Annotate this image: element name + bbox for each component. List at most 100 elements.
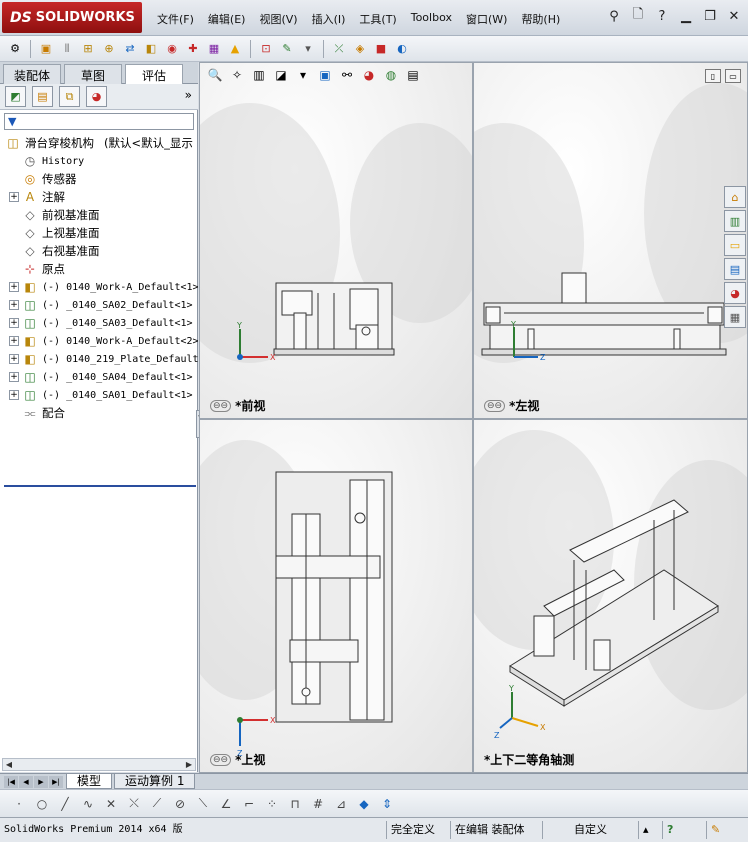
line-icon[interactable]: ╱ [56, 795, 74, 813]
link-views-icon[interactable]: ⊖⊖ [210, 753, 232, 766]
interference-detection-icon[interactable]: ▾ [299, 40, 317, 58]
corner-rectangle-icon[interactable]: ⌐ [240, 795, 258, 813]
options-icon[interactable]: ⚙ [6, 40, 24, 58]
tab-evaluate[interactable]: 评估 [125, 64, 183, 85]
featuremanager-icon[interactable]: ◩ [5, 86, 26, 107]
units-menu-icon[interactable]: ▴ [638, 821, 662, 839]
new-document-icon[interactable]: 🗋 [628, 6, 648, 26]
axis-move-icon[interactable]: ⇕ [378, 795, 396, 813]
reference-geometry-icon[interactable]: ✚ [184, 40, 202, 58]
tree-item[interactable]: ◇ 前视基准面 [0, 206, 198, 224]
expand-plus-icon[interactable]: + [9, 282, 19, 292]
menu-toolbox[interactable]: Toolbox [404, 9, 459, 29]
smart-fasteners-icon[interactable]: ⊕ [100, 40, 118, 58]
point-icon[interactable]: · [10, 795, 28, 813]
tree-item[interactable]: ⫗ 配合 [0, 404, 198, 422]
menu-help[interactable]: 帮助(H) [514, 9, 567, 29]
next-tab-icon[interactable]: ▶ [34, 775, 48, 788]
tree-item[interactable]: + ◫ (-) _0140_SA03_Default<1> [0, 314, 198, 332]
tree-item[interactable]: ◎ 传感器 [0, 170, 198, 188]
tree-item[interactable]: + ◫ (-) _0140_SA01_Default<1> [0, 386, 198, 404]
file-explorer-icon[interactable]: ▭ [724, 234, 746, 256]
circle-icon[interactable]: ○ [33, 795, 51, 813]
menu-edit[interactable]: 编辑(E) [201, 9, 253, 29]
linear-pattern-icon[interactable]: ⊞ [79, 40, 97, 58]
link-views-icon[interactable]: ⊖⊖ [484, 399, 506, 412]
tree-item[interactable]: ◷ History [0, 152, 198, 170]
tree-item[interactable]: + ◧ (-) 0140_Work-A_Default<1> [0, 278, 198, 296]
displaymanager-icon[interactable]: ◕ [86, 86, 107, 107]
speedpak-icon[interactable]: ◈ [351, 40, 369, 58]
offset-icon[interactable]: ⟋ [148, 795, 166, 813]
viewport-front[interactable]: 🔍 ✧ ▥ ◪ ▾ ▣ ⚯ ◕ ◍ ▤ Y X ⊖⊖ *前视 [199, 62, 473, 419]
expand-plus-icon[interactable]: + [9, 192, 19, 202]
configurationmanager-icon[interactable]: ⧉ [59, 86, 80, 107]
expand-plus-icon[interactable]: + [9, 318, 19, 328]
insert-components-icon[interactable]: ▣ [37, 40, 55, 58]
help-icon[interactable]: ? [652, 6, 672, 26]
bill-of-materials-icon[interactable]: ▲ [226, 40, 244, 58]
prev-tab-icon[interactable]: ◀ [19, 775, 33, 788]
propertymanager-icon[interactable]: ▤ [32, 86, 53, 107]
grid-icon[interactable]: # [309, 795, 327, 813]
spline-icon[interactable]: ∿ [79, 795, 97, 813]
expand-plus-icon[interactable]: + [9, 354, 19, 364]
link-views-icon[interactable]: ⊖⊖ [210, 399, 232, 412]
help-status-icon[interactable]: ? [662, 821, 706, 839]
pin-icon[interactable]: ⚲ [604, 6, 624, 26]
show-hidden-icon[interactable]: ◧ [142, 40, 160, 58]
tree-item[interactable]: + ◫ (-) _0140_SA02_Default<1> [0, 296, 198, 314]
tree-item[interactable]: + ◧ (-) 0140_Work-A_Default<2> [0, 332, 198, 350]
3d-cube-icon[interactable]: ◆ [355, 795, 373, 813]
tree-item[interactable]: + A 注解 [0, 188, 198, 206]
expand-plus-icon[interactable]: + [9, 336, 19, 346]
viewport-top[interactable]: X Z ⊖⊖ *上视 [199, 419, 473, 773]
trim-icon[interactable]: ✕ [102, 795, 120, 813]
large-assembly-icon[interactable]: ◐ [393, 40, 411, 58]
tree-item[interactable]: ◇ 上视基准面 [0, 224, 198, 242]
rollback-bar[interactable] [4, 485, 196, 487]
tree-item[interactable]: ◇ 右视基准面 [0, 242, 198, 260]
point-pattern-icon[interactable]: ⁘ [263, 795, 281, 813]
menu-insert[interactable]: 插入(I) [305, 9, 353, 29]
tab-assembly[interactable]: 装配体 [3, 64, 61, 85]
tab-sketch[interactable]: 草图 [64, 64, 122, 85]
assembly-features-icon[interactable]: ◉ [163, 40, 181, 58]
appearances-scenes-icon[interactable]: ◕ [724, 282, 746, 304]
expand-plus-icon[interactable]: + [9, 372, 19, 382]
minimize-icon[interactable]: ▁ [676, 6, 696, 26]
mate-icon[interactable]: ⫴ [58, 40, 76, 58]
status-units[interactable]: 自定义 [542, 821, 638, 839]
scroll-left-icon[interactable]: ◀ [3, 759, 15, 770]
tree-item[interactable]: + ◧ (-) 0140_219_Plate_Default< [0, 350, 198, 368]
rebuild-icon[interactable]: ✎ [706, 821, 744, 839]
restore-icon[interactable]: ❐ [700, 6, 720, 26]
extend-icon[interactable]: ⤬ [125, 795, 143, 813]
design-library-icon[interactable]: ▥ [724, 210, 746, 232]
graphics-area[interactable]: 🔍 ✧ ▥ ◪ ▾ ▣ ⚯ ◕ ◍ ▤ Y X ⊖⊖ *前视 ▯ ▭ Y Z ⊖… [199, 62, 748, 773]
take-snapshot-icon[interactable]: ■ [372, 40, 390, 58]
custom-properties-icon[interactable]: ▦ [724, 306, 746, 328]
angle-icon[interactable]: ∠ [217, 795, 235, 813]
explode-line-sketch-icon[interactable]: ✎ [278, 40, 296, 58]
exploded-view-icon[interactable]: ⊡ [257, 40, 275, 58]
construction-line-icon[interactable]: ⟍ [194, 795, 212, 813]
relations-icon[interactable]: ⊿ [332, 795, 350, 813]
last-tab-icon[interactable]: ▶| [49, 775, 63, 788]
mirror-icon[interactable]: ⊘ [171, 795, 189, 813]
expand-plus-icon[interactable]: + [9, 300, 19, 310]
first-tab-icon[interactable]: |◀ [4, 775, 18, 788]
new-motion-study-icon[interactable]: ▦ [205, 40, 223, 58]
tree-item[interactable]: ⊹ 原点 [0, 260, 198, 278]
tree-horizontal-scrollbar[interactable]: ◀ ▶ [2, 758, 196, 771]
solidworks-logo[interactable]: DS SOLIDWORKS [2, 2, 142, 33]
tab-model[interactable]: 模型 [66, 774, 113, 789]
menu-window[interactable]: 窗口(W) [459, 9, 514, 29]
tree-root[interactable]: ◫ 滑台穿梭机构 (默认<默认_显示 [0, 134, 198, 152]
menu-file[interactable]: 文件(F) [150, 9, 201, 29]
tab-motion-study-1[interactable]: 运动算例 1 [114, 774, 196, 789]
smart-dimension-icon[interactable]: ⊓ [286, 795, 304, 813]
close-icon[interactable]: ✕ [724, 6, 744, 26]
instant3d-icon[interactable]: ⤫ [330, 40, 348, 58]
expand-chevron-icon[interactable]: » [185, 88, 192, 102]
